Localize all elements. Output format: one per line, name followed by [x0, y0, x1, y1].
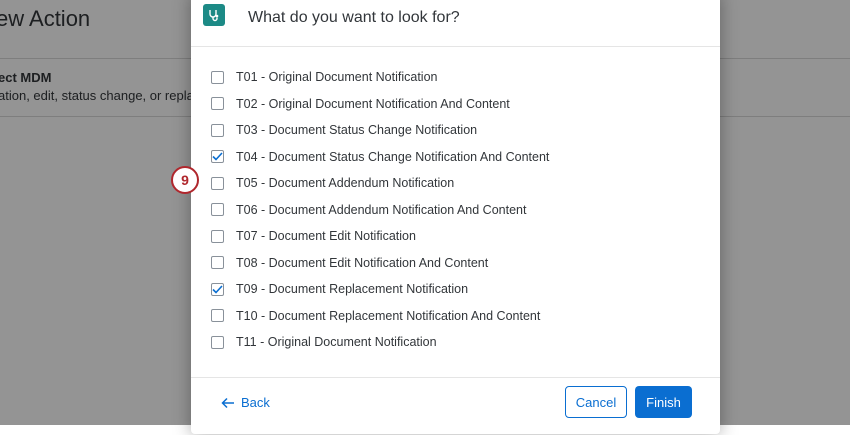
cancel-button[interactable]: Cancel — [565, 386, 627, 418]
stethoscope-icon — [203, 4, 225, 26]
back-button[interactable]: Back — [221, 395, 270, 410]
list-item[interactable]: T09 - Document Replacement Notification — [211, 276, 549, 303]
list-item[interactable]: T01 - Original Document Notification — [211, 64, 549, 91]
list-item[interactable]: T07 - Document Edit Notification — [211, 223, 549, 250]
checkbox-label: T05 - Document Addendum Notification — [236, 176, 455, 191]
checkbox-label: T04 - Document Status Change Notificatio… — [236, 149, 550, 164]
arrow-left-icon — [221, 397, 234, 408]
checkbox-label: T09 - Document Replacement Notification — [236, 282, 469, 297]
finish-button[interactable]: Finish — [635, 386, 692, 418]
checkbox-list: T01 - Original Document Notification T02 … — [211, 64, 549, 356]
checkmark-icon — [212, 285, 223, 294]
checkbox[interactable] — [211, 123, 224, 137]
back-label: Back — [241, 395, 270, 410]
dialog-header: What do you want to look for? — [191, 0, 720, 47]
checkbox[interactable] — [211, 309, 224, 323]
list-item[interactable]: T02 - Original Document Notification And… — [211, 91, 549, 118]
notification-type-dialog: What do you want to look for? T01 - Orig… — [191, 0, 720, 434]
checkbox-label: T06 - Document Addendum Notification And… — [236, 202, 527, 217]
list-item[interactable]: T08 - Document Edit Notification And Con… — [211, 250, 549, 277]
checkbox[interactable] — [211, 203, 224, 217]
checkbox[interactable] — [211, 150, 224, 164]
checkbox[interactable] — [211, 335, 224, 349]
list-item[interactable]: T04 - Document Status Change Notificatio… — [211, 144, 549, 171]
checkbox[interactable] — [211, 70, 224, 84]
step-number-badge: 9 — [171, 166, 199, 194]
list-item[interactable]: T03 - Document Status Change Notificatio… — [211, 117, 549, 144]
dialog-title: What do you want to look for? — [248, 9, 460, 26]
checkbox-label: T08 - Document Edit Notification And Con… — [236, 255, 489, 270]
checkbox[interactable] — [211, 97, 224, 111]
list-item[interactable]: T05 - Document Addendum Notification — [211, 170, 549, 197]
checkbox-label: T03 - Document Status Change Notificatio… — [236, 123, 478, 138]
checkbox-label: T11 - Original Document Notification — [236, 335, 437, 350]
checkbox[interactable] — [211, 256, 224, 270]
list-item[interactable]: T11 - Original Document Notification — [211, 329, 549, 356]
checkbox-label: T10 - Document Replacement Notification … — [236, 308, 541, 323]
checkbox-label: T01 - Original Document Notification — [236, 70, 438, 85]
checkbox-label: T07 - Document Edit Notification — [236, 229, 416, 244]
checkmark-icon — [212, 152, 223, 161]
checkbox[interactable] — [211, 229, 224, 243]
dialog-footer: Back Cancel Finish — [191, 377, 720, 435]
list-item[interactable]: T06 - Document Addendum Notification And… — [211, 197, 549, 224]
checkbox[interactable] — [211, 176, 224, 190]
checkbox-label: T02 - Original Document Notification And… — [236, 96, 510, 111]
checkbox[interactable] — [211, 282, 224, 296]
list-item[interactable]: T10 - Document Replacement Notification … — [211, 303, 549, 330]
